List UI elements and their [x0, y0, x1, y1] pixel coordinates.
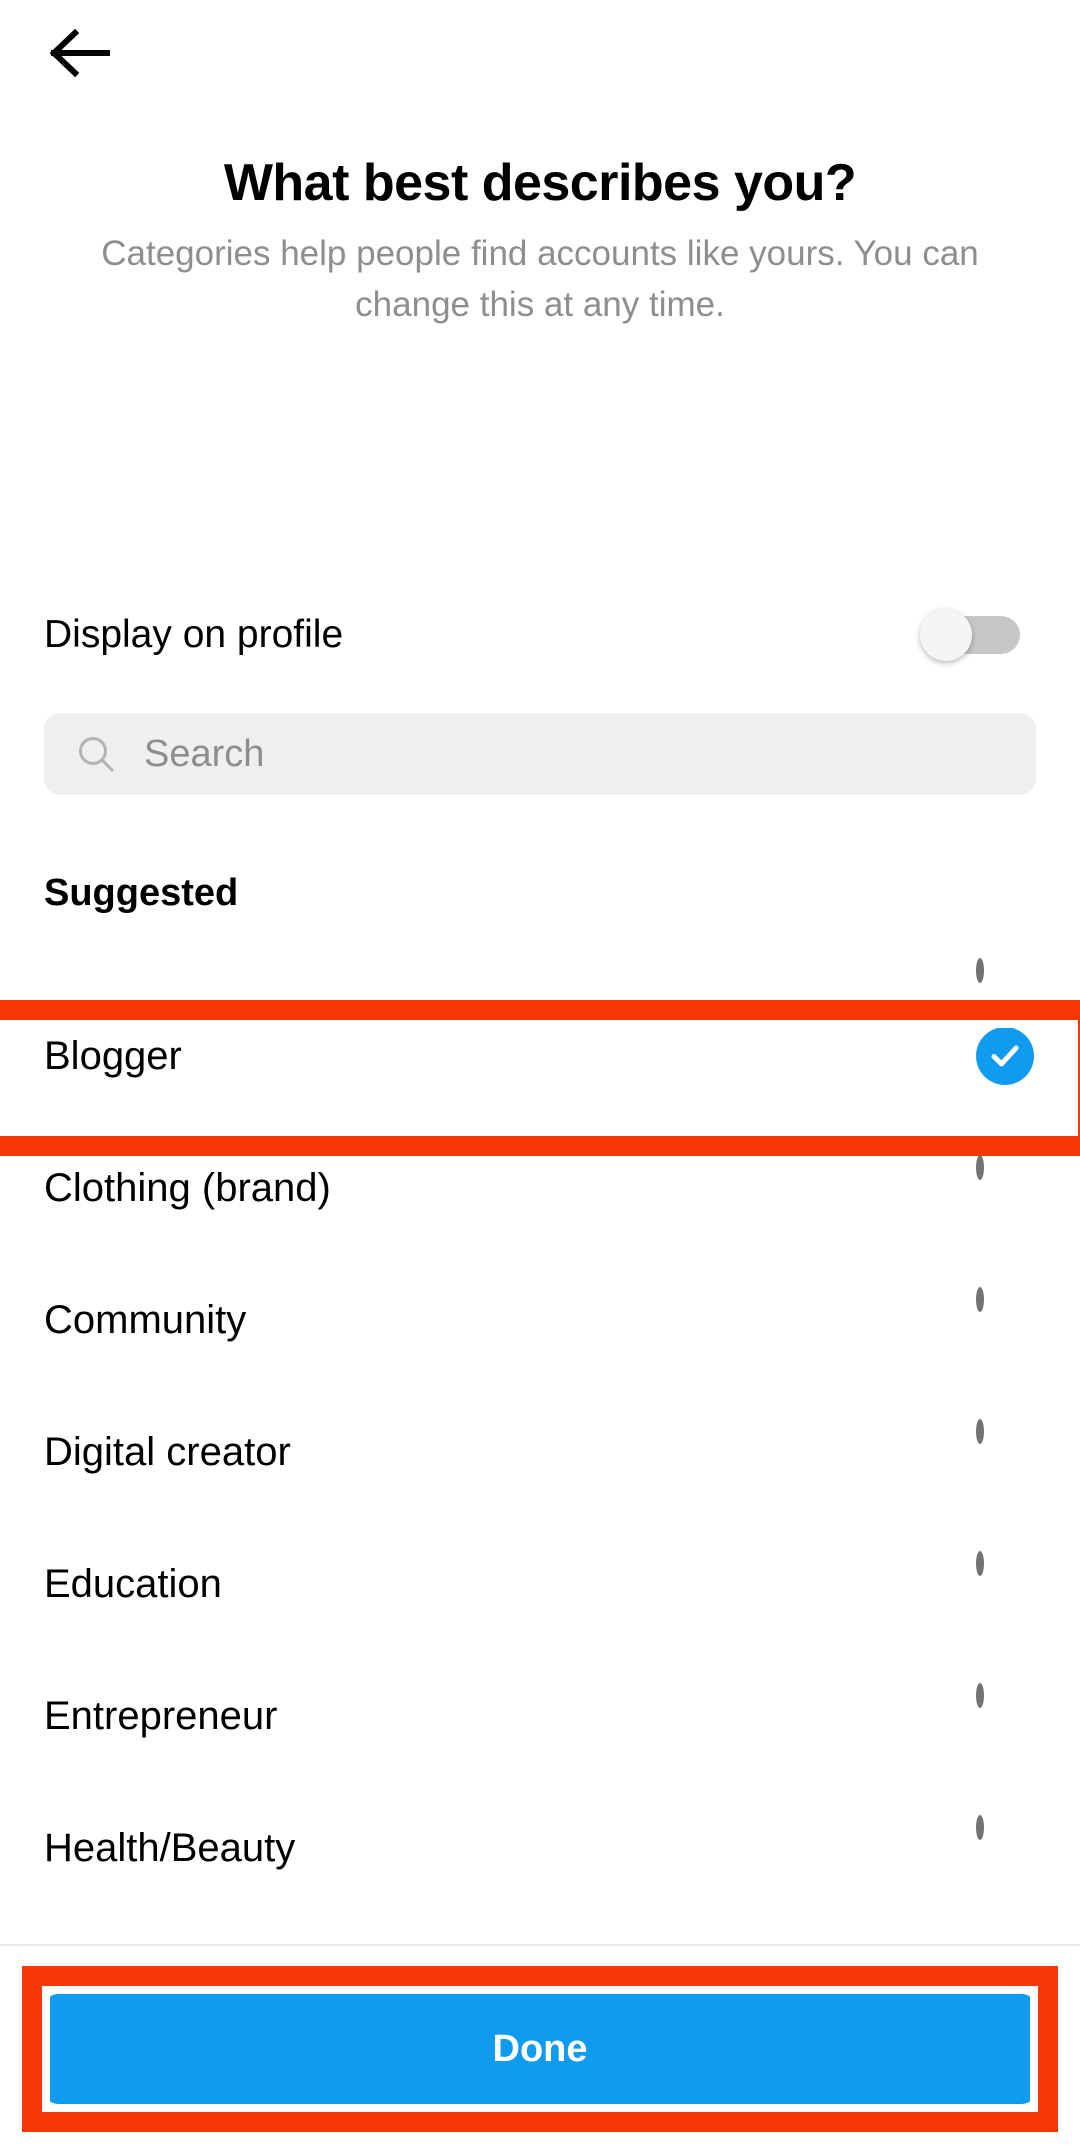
- list-row[interactable]: Health/Beauty: [0, 1782, 1080, 1914]
- list-row-label: Entrepreneur: [44, 1693, 278, 1738]
- page-subtitle: Categories help people find accounts lik…: [101, 234, 979, 324]
- list-row-label: Community: [44, 1297, 247, 1342]
- page-title: What best describes you?: [223, 154, 857, 212]
- back-button[interactable]: [30, 8, 130, 98]
- done-button[interactable]: Done: [44, 1994, 1036, 2104]
- list-row-label: Education: [44, 1561, 222, 1606]
- suggested-section-header: Suggested: [44, 872, 239, 914]
- radio-selected-icon[interactable]: [976, 1027, 1034, 1085]
- list-row-label: Health/Beauty: [44, 1825, 296, 1870]
- radio-unselected-icon[interactable]: [976, 1287, 1034, 1349]
- search-input[interactable]: Search: [44, 713, 1036, 795]
- display-on-profile-toggle[interactable]: [920, 609, 1020, 661]
- arrow-left-icon: [49, 29, 111, 77]
- display-on-profile-row: Display on profile: [0, 600, 1080, 670]
- radio-unselected-icon[interactable]: [976, 1815, 1034, 1877]
- list-row[interactable]: Digital creator: [0, 1386, 1080, 1518]
- category-list[interactable]: Blogger Clothing (brand) Community Digital …: [0, 930, 1080, 1920]
- radio-unselected-icon[interactable]: [976, 1419, 1034, 1481]
- list-row[interactable]: Clothing (brand): [0, 1122, 1080, 1254]
- radio-unselected-icon[interactable]: [976, 1683, 1034, 1745]
- list-row[interactable]: Community: [0, 1254, 1080, 1386]
- list-row[interactable]: Education: [0, 1518, 1080, 1650]
- radio-unselected-icon[interactable]: [976, 1551, 1034, 1613]
- toggle-knob: [920, 609, 972, 661]
- list-row[interactable]: Blogger: [0, 990, 1080, 1122]
- footer-separator: [0, 1944, 1080, 1946]
- search-placeholder: Search: [144, 732, 265, 775]
- radio-unselected-icon[interactable]: [976, 1155, 1034, 1217]
- search-icon: [76, 734, 116, 774]
- display-on-profile-label: Display on profile: [44, 613, 344, 656]
- list-row-label: Blogger: [44, 1033, 182, 1078]
- radio-unselected-icon[interactable]: [976, 958, 1034, 990]
- list-row-label: Digital creator: [44, 1429, 291, 1474]
- list-row-partial[interactable]: [0, 930, 1080, 990]
- list-row-label: Clothing (brand): [44, 1165, 331, 1210]
- list-row[interactable]: Entrepreneur: [0, 1650, 1080, 1782]
- instagram-category-picker-screen: What best describes you? Categories help…: [0, 0, 1080, 2156]
